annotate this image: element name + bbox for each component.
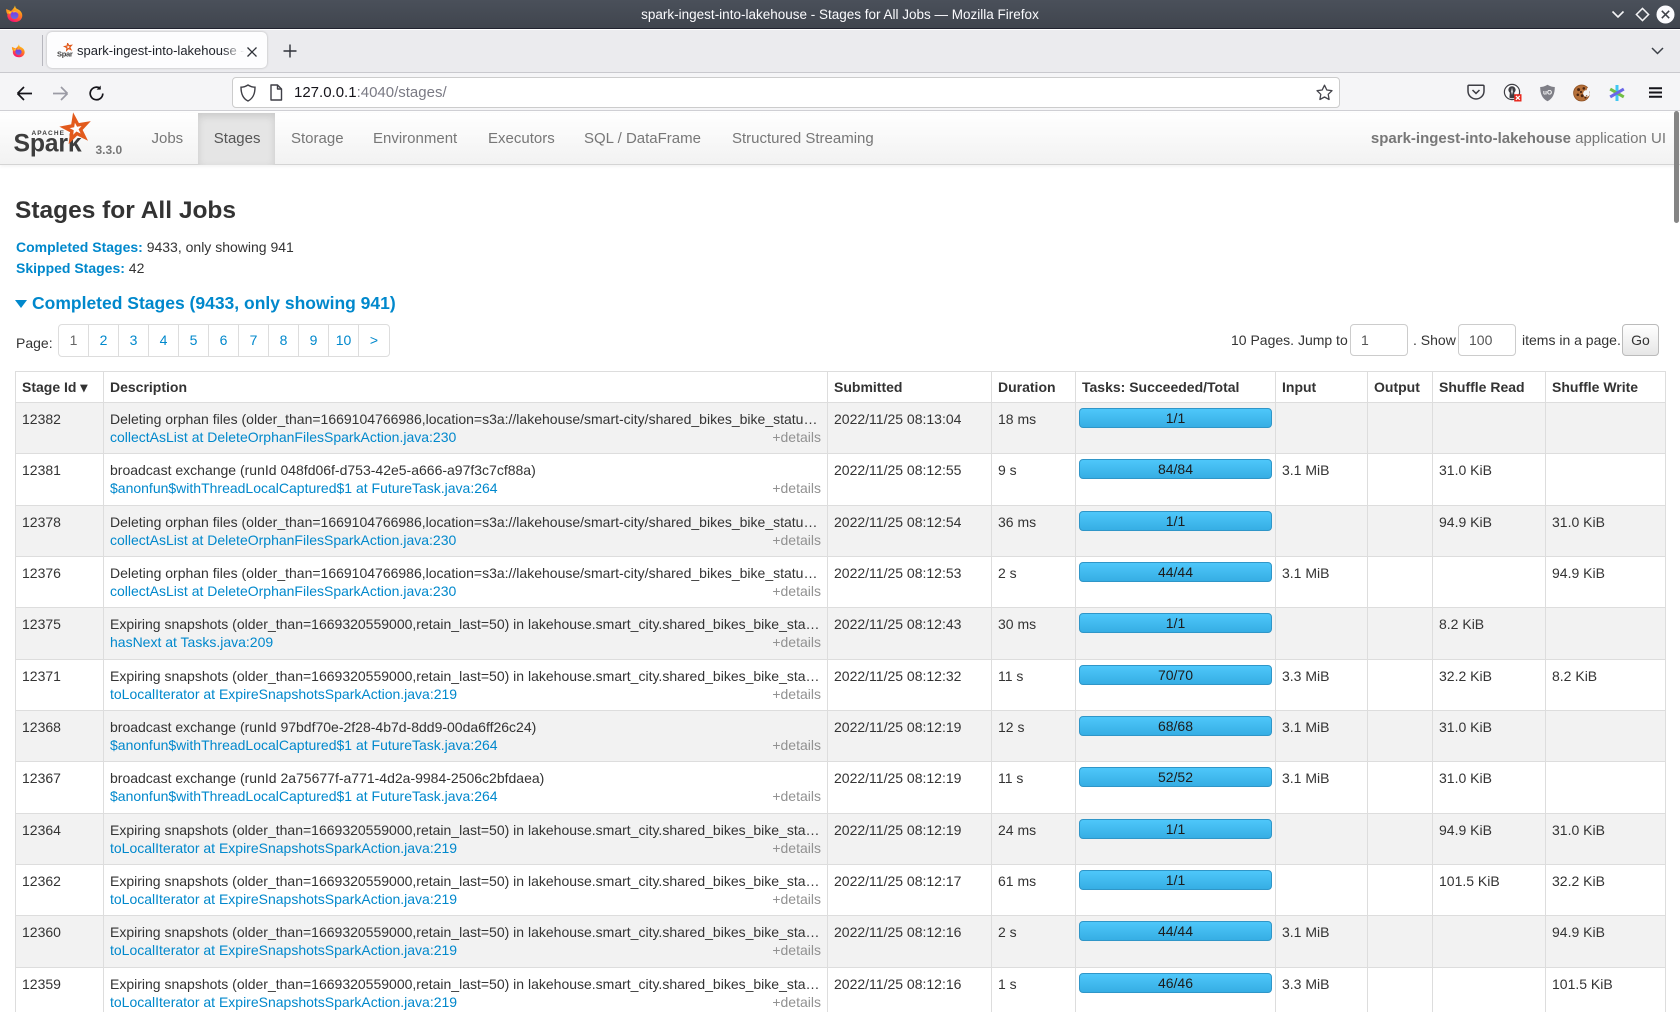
svg-text:3.3.0: 3.3.0	[96, 143, 123, 157]
svg-text:Spark: Spark	[57, 50, 73, 59]
svg-text:uO: uO	[1543, 90, 1552, 97]
svg-text:APACHE: APACHE	[32, 130, 66, 137]
